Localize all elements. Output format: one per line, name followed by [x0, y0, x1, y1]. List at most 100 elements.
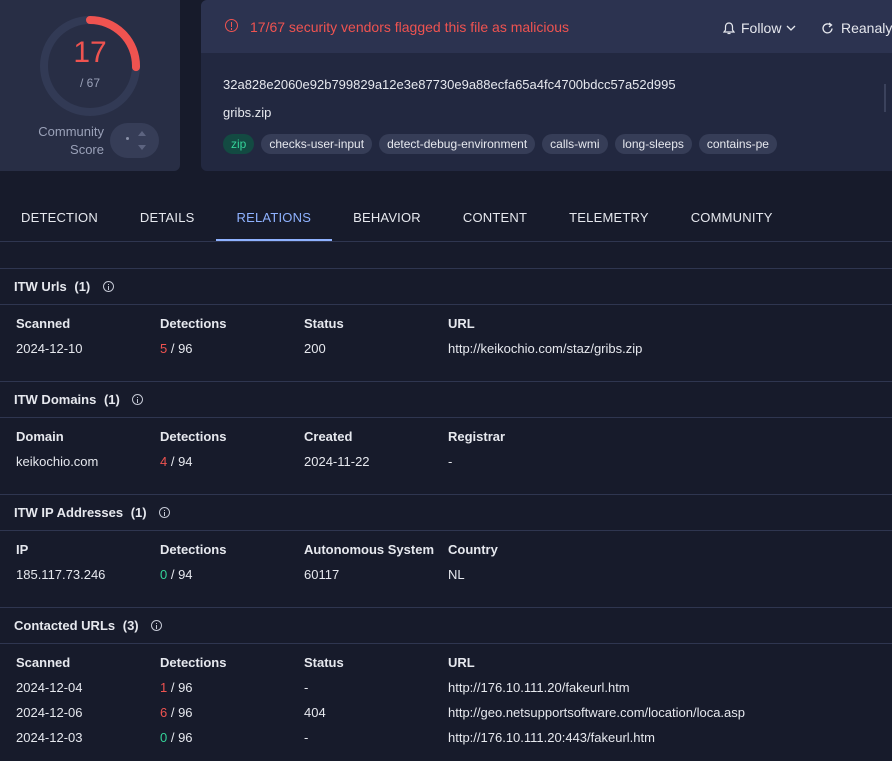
contacted-urls-header: Contacted URLs (3) — [0, 607, 892, 644]
detections-cell: 1 / 96 — [160, 680, 193, 695]
alert-text: 17/67 security vendors flagged this file… — [250, 19, 570, 35]
status-code: - — [304, 680, 309, 695]
bell-icon — [723, 21, 735, 34]
section-title-text: Contacted URLs — [14, 618, 116, 633]
status-code: - — [304, 730, 309, 745]
column-header-status[interactable]: Status — [304, 316, 344, 331]
column-header-country[interactable]: Country — [448, 542, 498, 557]
alert-icon — [225, 19, 238, 32]
column-header-detections[interactable]: Detections — [160, 655, 226, 670]
reanalyze-label: Reanalyz — [841, 20, 892, 36]
status-code: 404 — [304, 705, 326, 720]
detections-cell: 0 / 96 — [160, 730, 193, 745]
column-header-created[interactable]: Created — [304, 429, 352, 444]
chevron-down-icon — [787, 25, 796, 31]
domain-link[interactable]: keikochio.com — [16, 454, 98, 469]
section-title-text: ITW Domains — [14, 392, 97, 407]
follow-label: Follow — [741, 20, 782, 36]
scrollbar[interactable] — [884, 84, 886, 112]
community-score-label: Community Score — [22, 123, 104, 159]
column-header-registrar[interactable]: Registrar — [448, 429, 505, 444]
ip-link[interactable]: 185.117.73.246 — [16, 567, 105, 582]
section-title-text: ITW IP Addresses — [14, 505, 124, 520]
tag-long-sleeps[interactable]: long-sleeps — [614, 134, 692, 154]
tab-telemetry[interactable]: TELEMETRY — [548, 197, 670, 241]
detections-cell: 6 / 96 — [160, 705, 193, 720]
section-count: (1) — [74, 279, 91, 294]
detections-total: / 96 — [167, 730, 193, 745]
malicious-alert-bar: 17/67 security vendors flagged this file… — [201, 0, 892, 53]
section-count: (3) — [122, 618, 139, 633]
tab-relations[interactable]: RELATIONS — [215, 197, 333, 241]
file-hash[interactable]: 32a828e2060e92b799829a12e3e87730e9a88ecf… — [223, 77, 676, 92]
tab-behavior[interactable]: BEHAVIOR — [332, 197, 442, 241]
community-score-card: 17 / 67 Community Score — [0, 0, 180, 171]
follow-button[interactable]: Follow — [723, 18, 796, 38]
vendor-total: / 67 — [79, 76, 100, 90]
column-header-domain[interactable]: Domain — [16, 429, 64, 444]
detections-total: / 96 — [167, 341, 193, 356]
tab-content[interactable]: CONTENT — [442, 197, 548, 241]
detections-cell: 0 / 94 — [160, 567, 193, 582]
reanalyze-button[interactable]: Reanalyz — [821, 18, 892, 38]
community-vote-control[interactable] — [110, 123, 159, 158]
section-title-text: ITW Urls — [14, 279, 67, 294]
tag-contains-pe[interactable]: contains-pe — [698, 134, 777, 154]
info-icon[interactable] — [159, 507, 171, 518]
file-tags: zip checks-user-input detect-debug-envir… — [223, 134, 777, 154]
tabs-divider — [0, 241, 892, 242]
detection-count: 17 — [73, 36, 107, 69]
itw-ips-header: ITW IP Addresses (1) — [0, 494, 892, 531]
status-code: 200 — [304, 341, 326, 356]
info-icon[interactable] — [132, 394, 144, 405]
column-header-url[interactable]: URL — [448, 655, 475, 670]
community-label-line2: Score — [70, 142, 104, 157]
column-header-scanned[interactable]: Scanned — [16, 316, 70, 331]
scanned-date: 2024-12-04 — [16, 680, 83, 695]
tag-zip[interactable]: zip — [223, 134, 255, 154]
section-count: (1) — [130, 505, 147, 520]
tag-calls-wmi[interactable]: calls-wmi — [542, 134, 608, 154]
info-icon[interactable] — [102, 281, 114, 292]
url-link[interactable]: http://176.10.111.20:443/fakeurl.htm — [448, 730, 655, 745]
tag-checks-user-input[interactable]: checks-user-input — [261, 134, 373, 154]
scanned-date: 2024-12-06 — [16, 705, 83, 720]
column-header-detections[interactable]: Detections — [160, 542, 226, 557]
vote-dot-icon — [126, 137, 129, 140]
column-header-status[interactable]: Status — [304, 655, 344, 670]
country-code: NL — [448, 567, 465, 582]
registrar-value: - — [448, 454, 453, 469]
itw-domains-header: ITW Domains (1) — [0, 381, 892, 418]
file-info-card: 17/67 security vendors flagged this file… — [201, 0, 892, 171]
scanned-date: 2024-12-03 — [16, 730, 83, 745]
tag-detect-debug-environment[interactable]: detect-debug-environment — [379, 134, 536, 154]
itw-urls-title: ITW Urls (1) — [14, 279, 114, 294]
section-count: (1) — [103, 392, 120, 407]
downvote-icon[interactable] — [138, 145, 146, 150]
itw-ips-title: ITW IP Addresses (1) — [14, 505, 171, 520]
detections-total: / 94 — [167, 567, 193, 582]
created-date: 2024-11-22 — [304, 454, 370, 469]
column-header-detections[interactable]: Detections — [160, 316, 226, 331]
upvote-icon[interactable] — [138, 131, 146, 136]
column-header-autonomous-system[interactable]: Autonomous System — [304, 542, 434, 557]
community-label-line1: Community — [38, 124, 104, 139]
info-icon[interactable] — [151, 620, 163, 631]
column-header-scanned[interactable]: Scanned — [16, 655, 70, 670]
tab-details[interactable]: DETAILS — [119, 197, 216, 241]
tab-detection[interactable]: DETECTION — [0, 197, 119, 241]
tab-community[interactable]: COMMUNITY — [670, 197, 794, 241]
as-number: 60117 — [304, 567, 340, 582]
detections-total: / 96 — [167, 680, 193, 695]
detections-cell: 4 / 94 — [160, 454, 193, 469]
url-link[interactable]: http://keikochio.com/staz/gribs.zip — [448, 341, 642, 356]
url-link[interactable]: http://176.10.111.20/fakeurl.htm — [448, 680, 630, 695]
reload-icon — [822, 21, 833, 33]
url-link[interactable]: http://geo.netsupportsoftware.com/locati… — [448, 705, 745, 720]
column-header-ip[interactable]: IP — [16, 542, 28, 557]
file-name: gribs.zip — [223, 105, 272, 120]
column-header-detections[interactable]: Detections — [160, 429, 226, 444]
column-header-url[interactable]: URL — [448, 316, 475, 331]
report-tabs: DETECTION DETAILS RELATIONS BEHAVIOR CON… — [0, 197, 892, 241]
scanned-date: 2024-12-10 — [16, 341, 83, 356]
